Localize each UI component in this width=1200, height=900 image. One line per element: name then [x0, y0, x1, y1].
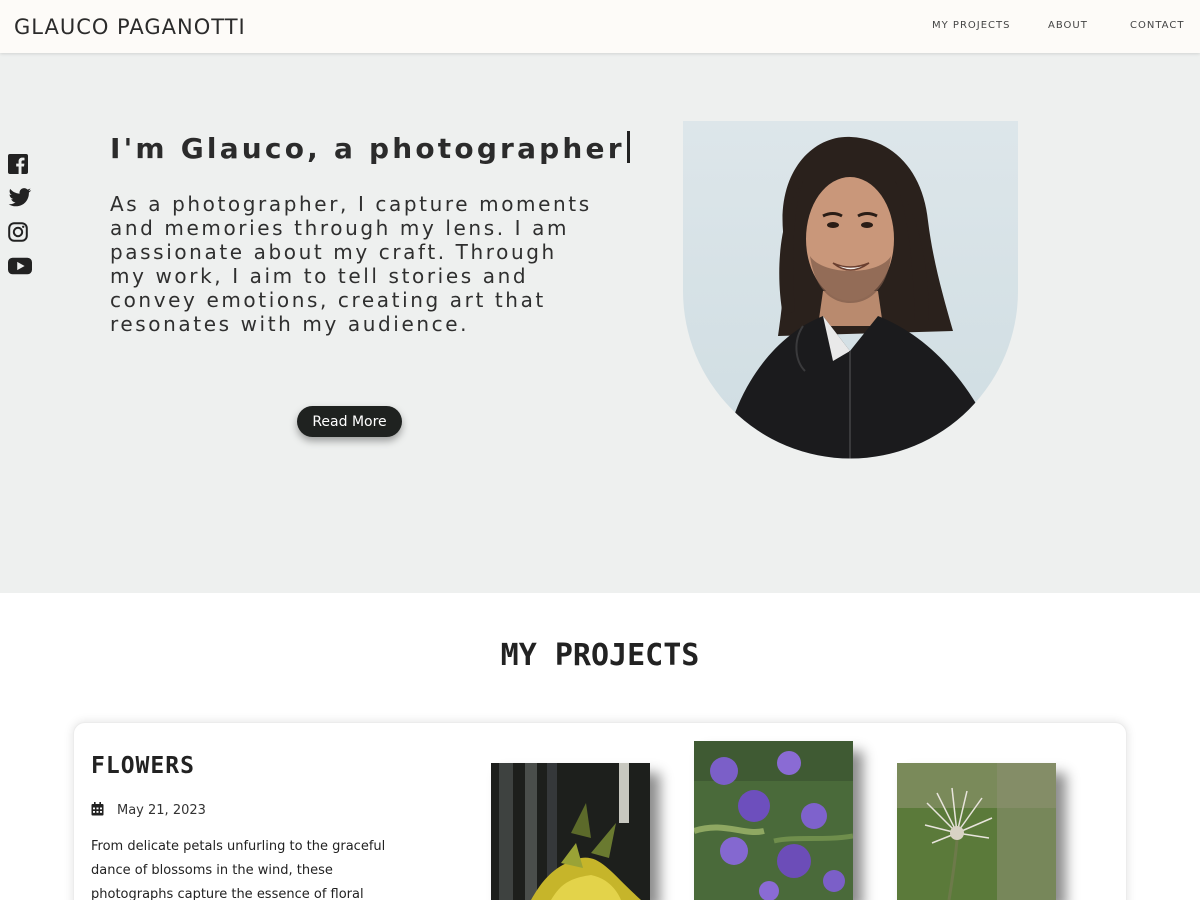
calendar-icon [91, 801, 104, 820]
youtube-icon[interactable] [8, 254, 32, 278]
project-description: From delicate petals unfurling to the gr… [91, 839, 386, 900]
nav-about[interactable]: ABOUT [1048, 20, 1088, 31]
portrait-photo [683, 121, 1018, 459]
hero-title-text: I'm Glauco, a photographer [110, 132, 625, 165]
nav-my-projects[interactable]: MY PROJECTS [932, 20, 1010, 31]
project-thumbnail-1[interactable] [491, 763, 650, 900]
nav-contact[interactable]: CONTACT [1130, 20, 1184, 31]
instagram-icon[interactable] [8, 220, 32, 244]
hero-description: As a photographer, I capture moments and… [110, 192, 592, 336]
twitter-icon[interactable] [8, 186, 32, 210]
project-date-row: May 21, 2023 [91, 801, 206, 820]
social-links [8, 152, 32, 288]
project-thumbnail-2[interactable] [694, 741, 853, 900]
project-date: May 21, 2023 [117, 803, 206, 818]
project-card-title: FLOWERS [91, 753, 195, 779]
project-thumbnail-3[interactable] [897, 763, 1056, 900]
site-brand[interactable]: GLAUCO PAGANOTTI [14, 15, 246, 39]
hero-section: I'm Glauco, a photographer As a photogra… [0, 53, 1200, 593]
facebook-icon[interactable] [8, 152, 32, 176]
read-more-button[interactable]: Read More [297, 406, 402, 437]
projects-section-title: MY PROJECTS [500, 638, 700, 673]
hero-title: I'm Glauco, a photographer [110, 131, 630, 165]
top-bar: GLAUCO PAGANOTTI MY PROJECTS ABOUT CONTA… [0, 0, 1200, 53]
typing-caret [626, 131, 630, 163]
